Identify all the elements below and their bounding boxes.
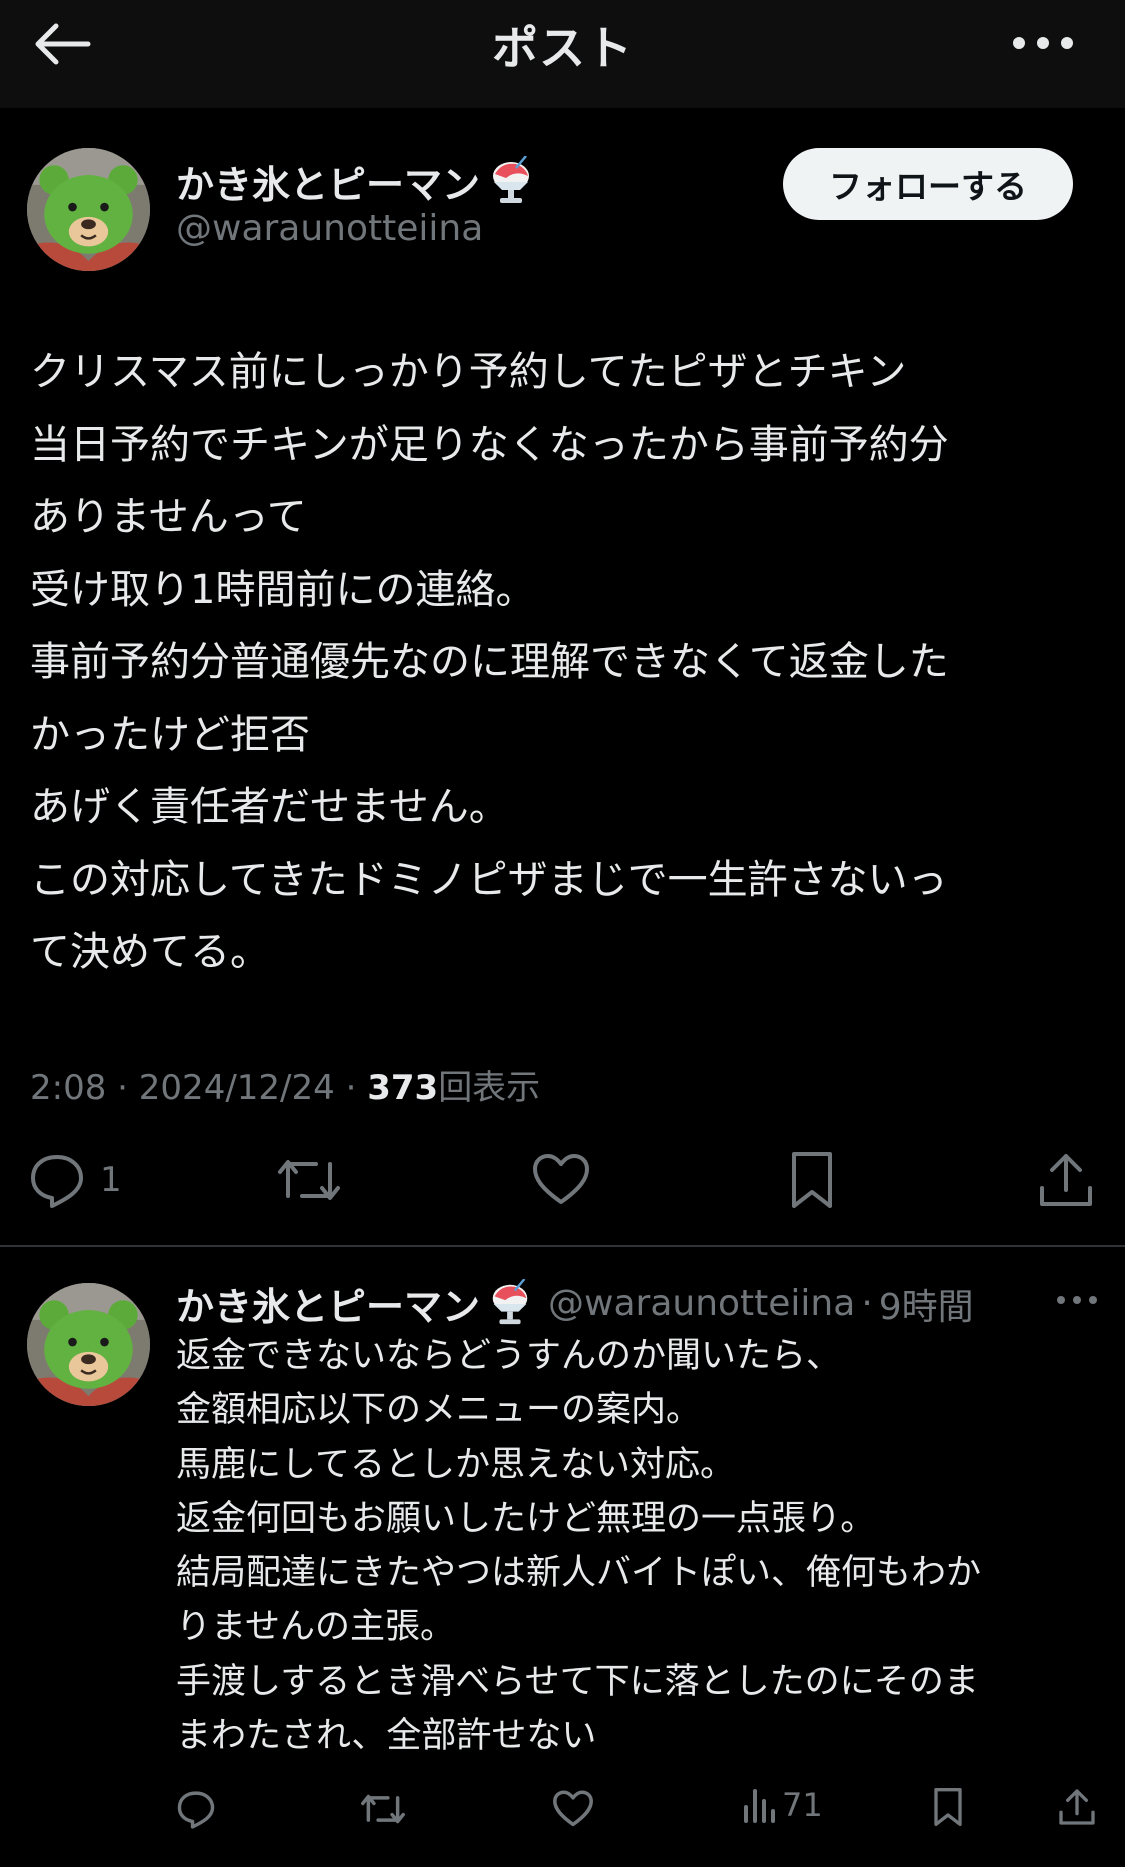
top-navigation-bar: ポスト [0, 0, 1125, 108]
post-text-line: て決めてる。 [30, 929, 270, 975]
bookmark-icon [792, 1152, 832, 1208]
like-button[interactable] [531, 1152, 591, 1208]
reply-handle[interactable]: @waraunotteiina [548, 1283, 855, 1324]
share-button[interactable] [1038, 1150, 1094, 1210]
post-metadata: 2:08 · 2024/12/24 · 373回表示 [30, 1060, 540, 1109]
post-time[interactable]: 2:08 [30, 1068, 106, 1108]
reply-action-bar: 71 [0, 1785, 1125, 1855]
author-handle[interactable]: @waraunotteiina [176, 208, 483, 249]
reply-text: 返金できないならどうすんのか聞いたら、 金額相応以下のメニューの案内。 馬鹿にし… [176, 1329, 1096, 1763]
reply-button[interactable]: 1 [28, 1152, 122, 1208]
repost-icon [278, 1160, 340, 1200]
bear-avatar-image [27, 1283, 150, 1406]
reply-header: かき氷とピーマン @waraunotteiina · 9時間 [176, 1276, 1096, 1331]
avatar[interactable] [27, 148, 150, 271]
meta-separator: · [117, 1068, 128, 1108]
reply-text-line: 返金何回もお願いしたけど無理の一点張り。 [176, 1498, 876, 1539]
reply-text-line: 返金できないならどうすんのか聞いたら、 [176, 1336, 842, 1376]
post-text: クリスマス前にしっかり予約してたピザとチキン 当日予約でチキンが足りなくなったか… [30, 336, 1100, 989]
post-text-line: 事前予約分普通優先なのに理解できなくて返金した [30, 639, 949, 685]
repost-icon [361, 1794, 405, 1824]
post-text-line: クリスマス前にしっかり予約してたピザとチキン [30, 349, 907, 395]
reply-text-line: 金額相応以下のメニューの案内。 [176, 1390, 702, 1431]
post-text-line: ありませんって [30, 494, 307, 540]
post-text-line: この対応してきたドミノピザまじで一生許さないっ [30, 856, 948, 903]
shaved-ice-icon [492, 1278, 528, 1324]
reply-count: 1 [100, 1160, 122, 1200]
views-count: 71 [782, 1786, 823, 1824]
views-button[interactable]: 71 [742, 1785, 823, 1825]
divider [0, 1245, 1125, 1247]
share-icon [1059, 1789, 1095, 1825]
shaved-ice-icon [493, 155, 530, 203]
repost-button[interactable] [360, 1789, 406, 1829]
like-icon [533, 1154, 589, 1204]
share-icon [1040, 1154, 1092, 1206]
bookmark-button[interactable] [932, 1787, 964, 1827]
post-date[interactable]: 2024/12/24 [139, 1068, 335, 1108]
bookmark-button[interactable] [788, 1150, 836, 1210]
reply-time[interactable]: 9時間 [879, 1278, 974, 1330]
reply-text-line: 馬鹿にしてるとしか思えない対応。 [176, 1444, 735, 1485]
reply-author-name[interactable]: かき氷とピーマン [176, 1276, 480, 1331]
bookmark-icon [934, 1788, 962, 1826]
follow-button[interactable]: フォローする [783, 148, 1073, 220]
post-action-bar: 1 [0, 1148, 1125, 1218]
author-name-text: かき氷とピーマン [176, 163, 481, 207]
meta-separator: · [345, 1068, 357, 1108]
ellipsis-horizontal-icon[interactable] [1009, 28, 1077, 58]
like-button[interactable] [552, 1789, 594, 1829]
page-title: ポスト [492, 21, 633, 75]
reply-text-line: まわたされ、全部許せない [176, 1716, 597, 1757]
post-text-line: あげく責任者だせません。 [30, 784, 509, 830]
reply-icon [177, 1791, 215, 1829]
reply-text-line: 結局配達にきたやつは新人バイトぽい、俺何もわか [176, 1553, 982, 1594]
reply-icon [31, 1155, 83, 1208]
views-count[interactable]: 373 [367, 1068, 438, 1108]
reply-button[interactable] [176, 1789, 216, 1829]
like-icon [553, 1790, 593, 1827]
reply-text-line: 手渡しするとき滑べらせて下に落としたのにそのま [176, 1661, 979, 1702]
author-name[interactable]: かき氷とピーマン [176, 154, 536, 209]
meta-separator: · [861, 1283, 873, 1324]
share-button[interactable] [1058, 1787, 1096, 1827]
reply-text-line: りませんの主張。 [176, 1607, 455, 1648]
reply-avatar[interactable] [27, 1283, 150, 1406]
post-text-line: 当日予約でチキンが足りなくなったから事前予約分 [30, 421, 949, 468]
ellipsis-horizontal-icon[interactable] [1055, 1290, 1099, 1310]
post-text-line: かったけど拒否 [30, 711, 310, 758]
repost-button[interactable] [276, 1152, 342, 1208]
bear-avatar-image [27, 148, 150, 271]
views-icon [744, 1789, 775, 1823]
post-text-line: 受け取り1時間前にの連絡。 [30, 566, 536, 613]
views-label: 回表示 [438, 1068, 541, 1108]
